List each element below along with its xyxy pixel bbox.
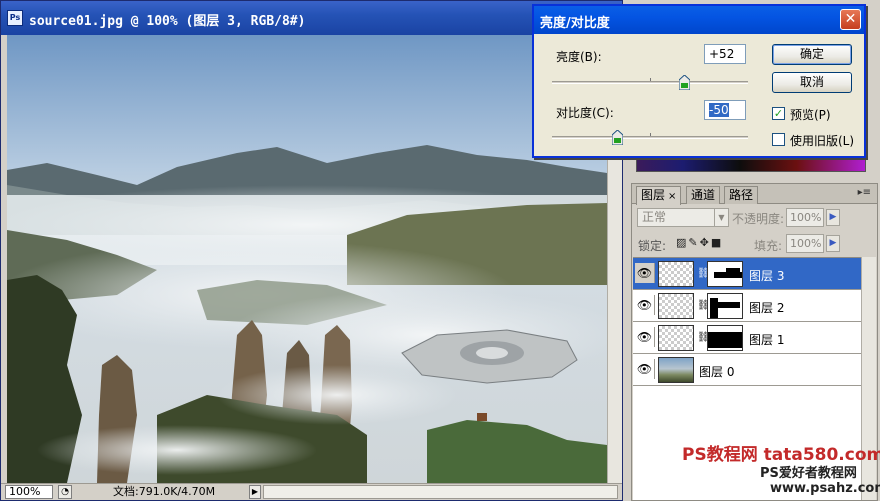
status-menu-icon[interactable]: ◔ xyxy=(58,485,72,499)
close-icon[interactable]: ✕ xyxy=(840,9,861,30)
contrast-slider-track[interactable] xyxy=(552,136,748,139)
document-size-info: 文档:791.0K/4.70M xyxy=(113,485,216,498)
layer-row[interactable]: 👁 ⛓ 图层 1 xyxy=(633,322,861,354)
blend-mode-select[interactable]: 正常 ▼ xyxy=(637,208,729,227)
layer-mask-thumbnail[interactable] xyxy=(707,325,743,351)
layer-row[interactable]: 👁 ⛓ 图层 2 xyxy=(633,290,861,322)
landscape-image xyxy=(7,35,607,483)
checkmark-icon: ✓ xyxy=(773,107,784,120)
tab-channels[interactable]: 通道 xyxy=(686,186,721,204)
status-bar: 100% ◔ 文档:791.0K/4.70M ▶ xyxy=(1,483,622,500)
watermark-psahz-name: PS爱好者教程网 xyxy=(760,466,857,481)
dialog-title-bar[interactable]: 亮度/对比度 ✕ xyxy=(534,6,864,34)
document-title-bar[interactable]: Ps source01.jpg @ 100% (图层 3, RGB/8#) xyxy=(1,1,622,35)
layer-name: 图层 2 xyxy=(749,301,785,315)
legacy-checkbox[interactable] xyxy=(772,133,785,146)
brightness-center-tick xyxy=(650,78,651,81)
tab-paths[interactable]: 路径 xyxy=(724,186,759,204)
fill-label: 填充: xyxy=(754,239,783,253)
lock-icons[interactable]: ▨✎✥■ xyxy=(676,236,723,249)
layer-name: 图层 0 xyxy=(699,365,735,379)
lock-brush-icon[interactable]: ✎ xyxy=(688,236,699,249)
layer-mask-thumbnail[interactable] xyxy=(707,261,743,287)
blend-mode-value: 正常 xyxy=(642,210,667,224)
visibility-eye-icon[interactable]: 👁 xyxy=(635,295,655,315)
brightness-contrast-dialog: 亮度/对比度 ✕ 亮度(B): +52 对比度(C): -50 确定 取消 ✓ … xyxy=(532,4,866,158)
contrast-input[interactable]: -50 xyxy=(704,100,746,120)
brightness-label: 亮度(B): xyxy=(556,50,602,64)
tab-channels-label: 通道 xyxy=(691,188,716,202)
canvas-horizontal-scrollbar[interactable] xyxy=(263,485,618,499)
layer-row[interactable]: 👁 图层 0 xyxy=(633,354,861,386)
layer-thumbnail xyxy=(658,357,694,383)
lock-transparency-icon[interactable]: ▨ xyxy=(676,236,688,249)
visibility-eye-icon[interactable]: 👁 xyxy=(635,327,655,347)
lock-all-icon[interactable]: ■ xyxy=(711,236,723,249)
opacity-label: 不透明度: xyxy=(732,212,785,226)
status-arrow-icon[interactable]: ▶ xyxy=(249,485,261,499)
contrast-center-tick xyxy=(650,133,651,136)
image-canvas[interactable] xyxy=(7,35,607,483)
panel-menu-icon[interactable]: ▸≡ xyxy=(858,187,871,198)
fill-field[interactable]: 100% xyxy=(786,234,824,253)
cancel-button[interactable]: 取消 xyxy=(772,72,852,93)
preview-checkbox[interactable]: ✓ xyxy=(772,107,785,120)
ok-button[interactable]: 确定 xyxy=(772,44,852,65)
contrast-label: 对比度(C): xyxy=(556,106,614,120)
brightness-input[interactable]: +52 xyxy=(704,44,746,64)
fill-slider-arrow-icon[interactable]: ▶ xyxy=(826,235,840,252)
brightness-slider-track[interactable] xyxy=(552,81,748,84)
layer-mask-thumbnail[interactable] xyxy=(707,293,743,319)
layer-thumbnail xyxy=(658,325,694,351)
dialog-title: 亮度/对比度 xyxy=(540,16,610,31)
contrast-value: -50 xyxy=(709,103,729,117)
tab-layers-label: 图层 xyxy=(641,188,666,202)
blend-row: 正常 ▼ 不透明度: 100% ▶ xyxy=(636,208,876,228)
close-icon[interactable]: × xyxy=(668,191,676,202)
photoshop-doc-icon: Ps xyxy=(7,10,23,26)
layer-row[interactable]: 👁 ⛓ 图层 3 xyxy=(633,258,861,290)
lock-row: 锁定: ▨✎✥■ 填充: 100% ▶ xyxy=(636,234,876,254)
contrast-slider-thumb[interactable] xyxy=(612,130,624,145)
opacity-field[interactable]: 100% xyxy=(786,208,824,227)
layer-name: 图层 1 xyxy=(749,333,785,347)
tab-paths-label: 路径 xyxy=(729,188,754,202)
visibility-eye-icon[interactable]: 👁 xyxy=(635,263,655,283)
lock-move-icon[interactable]: ✥ xyxy=(700,236,711,249)
visibility-eye-icon[interactable]: 👁 xyxy=(635,359,655,379)
legacy-label: 使用旧版(L) xyxy=(790,134,855,148)
chevron-down-icon: ▼ xyxy=(714,209,728,226)
document-window: Ps source01.jpg @ 100% (图层 3, RGB/8#) 10… xyxy=(0,0,623,501)
opacity-slider-arrow-icon[interactable]: ▶ xyxy=(826,209,840,226)
document-title: source01.jpg @ 100% (图层 3, RGB/8#) xyxy=(29,14,306,29)
watermark-psahz-url: www.psahz.com xyxy=(770,481,880,496)
preview-label: 预览(P) xyxy=(790,108,831,122)
layer-name: 图层 3 xyxy=(749,269,785,283)
layer-thumbnail xyxy=(658,261,694,287)
tab-layers[interactable]: 图层 × xyxy=(636,186,682,205)
zoom-level-field[interactable]: 100% xyxy=(5,485,53,499)
brightness-slider-thumb[interactable] xyxy=(678,75,690,90)
lock-label: 锁定: xyxy=(638,239,667,253)
layer-thumbnail xyxy=(658,293,694,319)
layers-panel-tabs: 图层 × 通道 路径 ▸≡ xyxy=(632,184,877,205)
